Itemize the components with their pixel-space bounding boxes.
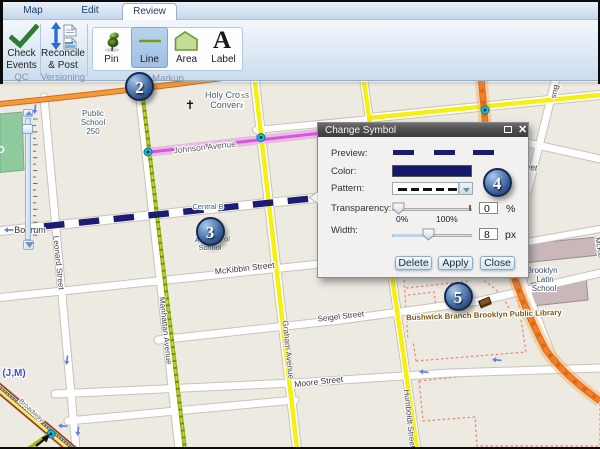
svg-text:250: 250: [86, 127, 100, 136]
svg-text:Brooklyn: Brooklyn: [526, 266, 557, 275]
svg-text:Latin: Latin: [536, 275, 553, 284]
svg-text:School: School: [81, 118, 106, 127]
svg-text:ol: ol: [224, 235, 230, 244]
svg-text:Central B: Central B: [192, 202, 223, 211]
svg-text:School: School: [532, 284, 557, 293]
svg-text:Public: Public: [82, 109, 104, 118]
svg-text:Convent: Convent: [210, 100, 244, 110]
svg-text:✝: ✝: [185, 98, 195, 112]
svg-text:O: O: [0, 145, 5, 156]
svg-text:s: s: [241, 91, 245, 100]
svg-text:(J,M): (J,M): [2, 368, 25, 379]
